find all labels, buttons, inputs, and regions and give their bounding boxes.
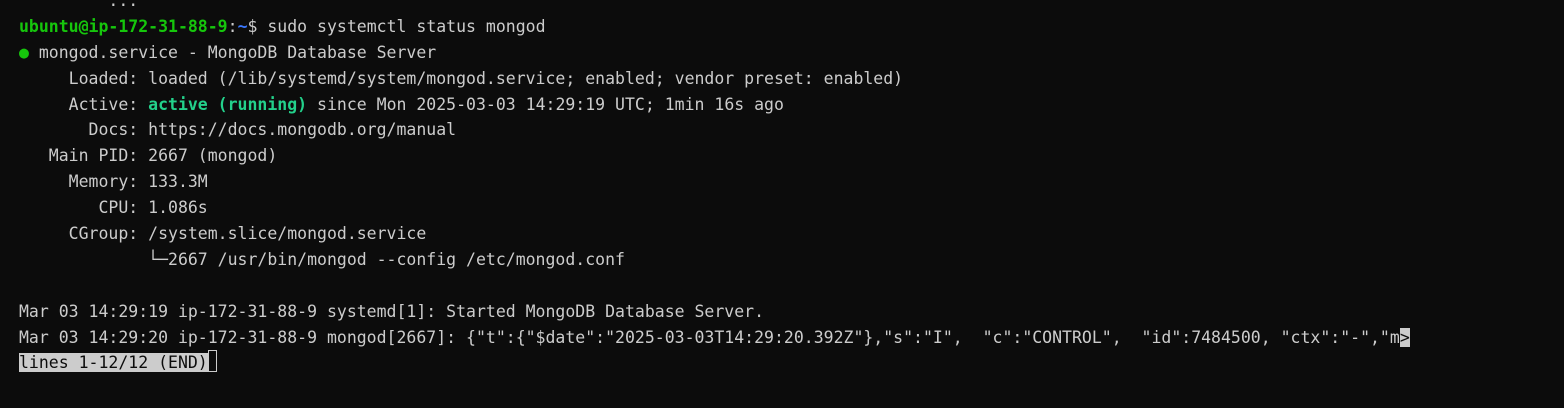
prompt-separator: : — [227, 16, 238, 36]
service-header-line: ● mongod.service - MongoDB Database Serv… — [19, 40, 1564, 66]
memory-line: Memory: 133.3M — [19, 169, 1564, 195]
terminal-window[interactable]: ... ubuntu@ip-172-31-88-9:~$ sudo system… — [0, 0, 1564, 408]
docs-url[interactable]: https://docs.mongodb.org/manual — [148, 120, 456, 139]
cpu-value: 1.086s — [148, 198, 208, 218]
prompt-line: ubuntu@ip-172-31-88-9:~$ sudo systemctl … — [19, 14, 1564, 40]
partial-line-text: ... — [19, 0, 645, 10]
active-line: Active: active (running) since Mon 2025-… — [19, 92, 1564, 118]
prompt-command: sudo systemctl status mongod — [267, 16, 546, 36]
cgroup-child-line: └─2667 /usr/bin/mongod --config /etc/mon… — [19, 247, 1564, 273]
main-pid-label: Main PID: — [19, 146, 149, 166]
log-line-2: Mar 03 14:29:20 ip-172-31-88-9 mongod[26… — [19, 325, 1564, 351]
cgroup-child-text: └─2667 /usr/bin/mongod --config /etc/mon… — [19, 249, 625, 269]
pager-status: lines 1-12/12 (END) — [19, 353, 208, 373]
memory-label: Memory: — [19, 172, 149, 192]
cpu-label: CPU: — [19, 198, 149, 218]
loaded-label: Loaded: — [19, 68, 149, 88]
memory-value: 133.3M — [148, 172, 208, 192]
cursor-icon[interactable] — [207, 350, 217, 373]
docs-label: Docs: — [19, 120, 149, 140]
log-text-2: Mar 03 14:29:20 ip-172-31-88-9 mongod[26… — [19, 327, 1400, 347]
service-header-text: mongod.service - MongoDB Database Server — [28, 42, 437, 62]
status-dot-icon: ● — [19, 42, 29, 62]
pager-status-line: lines 1-12/12 (END) — [19, 350, 1564, 376]
log-text-1: Mar 03 14:29:19 ip-172-31-88-9 systemd[1… — [19, 301, 765, 321]
main-pid-line: Main PID: 2667 (mongod) — [19, 143, 1564, 169]
terminal-partial-line: ... — [19, 0, 1564, 14]
active-state: active (running) — [148, 94, 308, 114]
active-since: since Mon 2025-03-03 14:29:19 UTC; 1min … — [307, 94, 784, 114]
log-line-1: Mar 03 14:29:19 ip-172-31-88-9 systemd[1… — [19, 299, 1564, 325]
cpu-line: CPU: 1.086s — [19, 195, 1564, 221]
loaded-value: loaded (/lib/systemd/system/mongod.servi… — [148, 68, 904, 88]
main-pid-value: 2667 (mongod) — [148, 146, 278, 166]
prompt-user-host: ubuntu@ip-172-31-88-9 — [19, 16, 228, 36]
cgroup-value: /system.slice/mongod.service — [148, 224, 427, 244]
cgroup-label: CGroup: — [19, 224, 149, 244]
cgroup-line: CGroup: /system.slice/mongod.service — [19, 221, 1564, 247]
line-overflow-marker: > — [1399, 327, 1410, 347]
active-label: Active: — [19, 94, 149, 114]
prompt-path: ~ — [237, 16, 248, 36]
prompt-symbol: $ — [247, 16, 268, 36]
loaded-line: Loaded: loaded (/lib/systemd/system/mong… — [19, 66, 1564, 92]
docs-line: Docs: https://docs.mongodb.org/manual — [19, 117, 1564, 143]
